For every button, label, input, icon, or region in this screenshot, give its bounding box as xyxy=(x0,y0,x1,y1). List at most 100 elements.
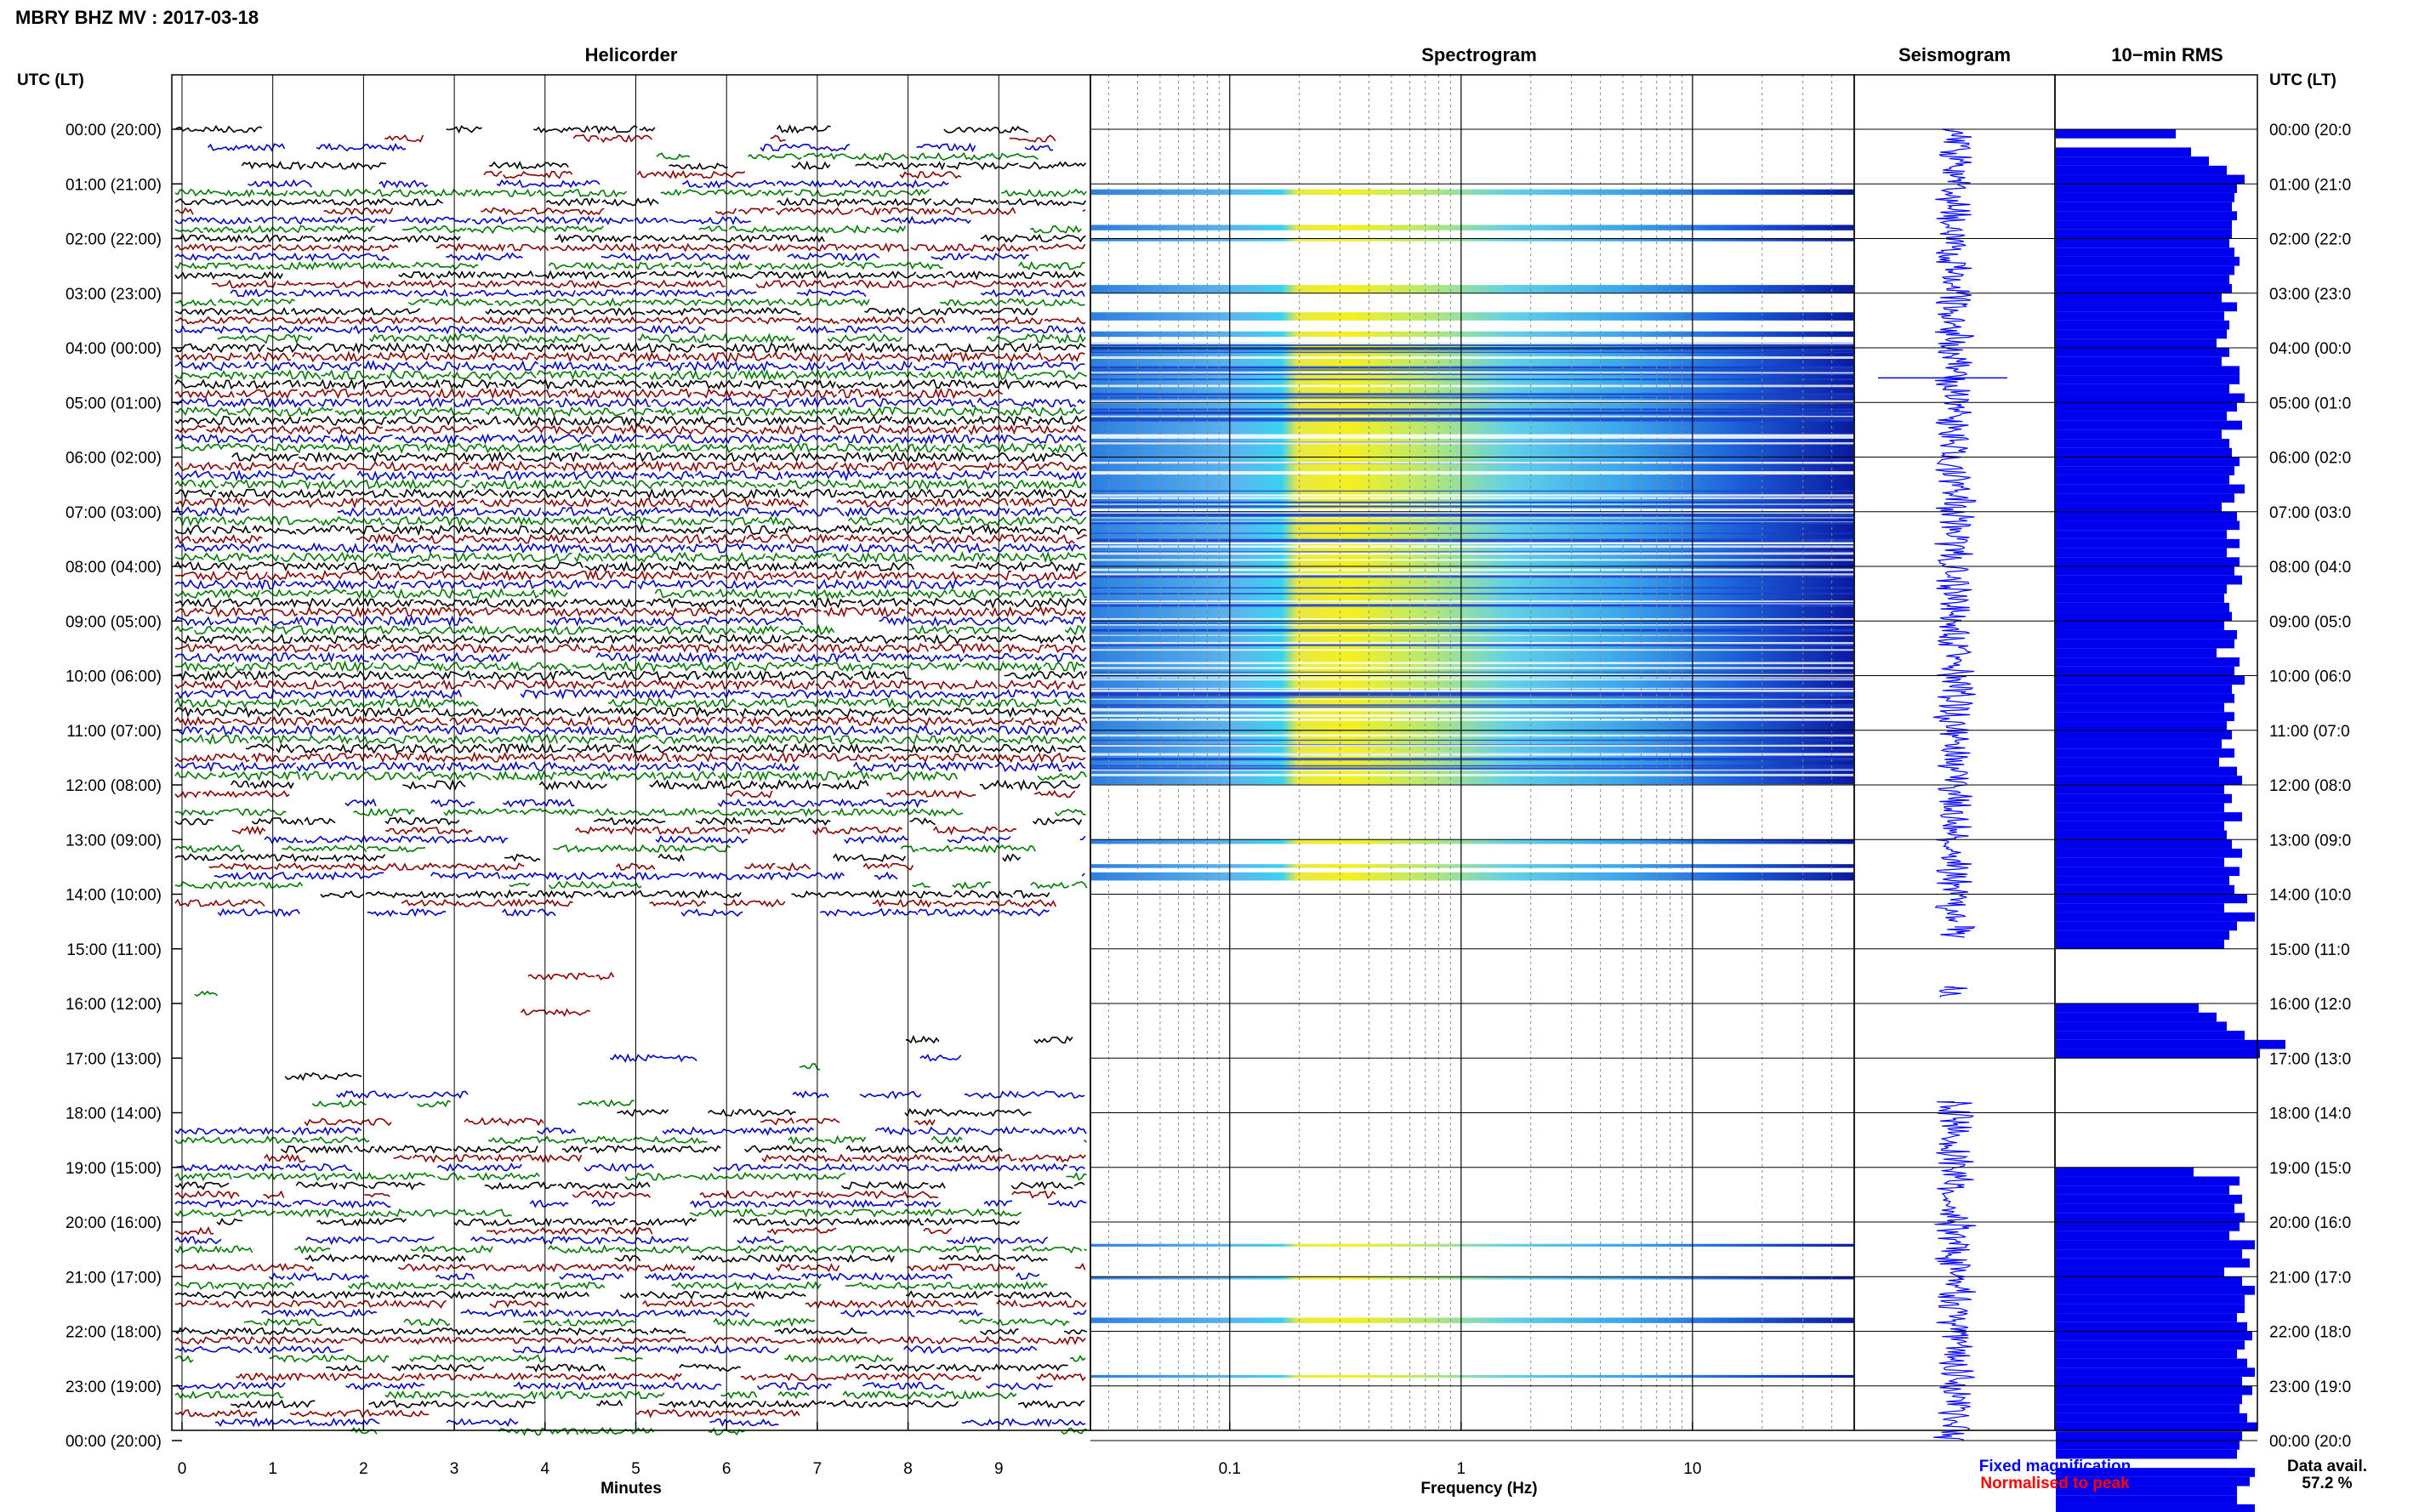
helicorder-line xyxy=(174,633,1085,645)
rms-bar xyxy=(2056,375,2240,384)
helicorder-line xyxy=(174,469,1087,482)
rms-bar xyxy=(2056,338,2217,348)
seismogram-frame xyxy=(1853,74,2056,1431)
helicorder-title: Helicorder xyxy=(585,44,678,65)
rms-bar xyxy=(2056,702,2224,713)
helicorder-line xyxy=(174,433,1087,446)
minute-tick-label: 0 xyxy=(178,1460,187,1478)
rms-bar xyxy=(2056,302,2237,312)
helicorder-line xyxy=(241,160,1087,171)
rms-bar xyxy=(2056,648,2217,658)
rms-title: 10−min RMS xyxy=(2111,44,2223,65)
helicorder-line xyxy=(174,569,1087,583)
rms-bar xyxy=(2056,247,2234,257)
rms-bar xyxy=(2056,147,2191,157)
minute-tick-label: 9 xyxy=(994,1460,1004,1478)
minute-tick-label: 3 xyxy=(450,1460,459,1478)
helicorder-line xyxy=(174,460,1087,473)
helicorder-line xyxy=(174,770,1087,782)
helicorder-line xyxy=(174,1262,1086,1273)
helicorder-line xyxy=(174,215,971,225)
spectrogram-bands xyxy=(1090,189,1854,1378)
rms-bar xyxy=(2056,876,2229,885)
time-tick-left: 17:00 (13:00) xyxy=(65,1050,162,1068)
rms-bar xyxy=(2056,1222,2240,1231)
rms-bar xyxy=(2056,184,2237,193)
helicorder-line xyxy=(326,1363,1068,1373)
time-axis-header-left: UTC (LT) xyxy=(17,71,84,89)
rms-bar xyxy=(2056,1367,2255,1378)
helicorder-line xyxy=(174,1408,800,1418)
spectrogram-band xyxy=(1091,839,1853,844)
rms-bar xyxy=(2056,1294,2245,1305)
rms-bar xyxy=(2056,903,2224,912)
helicorder-line xyxy=(174,1225,953,1236)
helicorder-line xyxy=(174,1190,1056,1200)
rms-bar xyxy=(2056,1003,2199,1013)
helicorder-line xyxy=(304,1117,936,1127)
helicorder-line xyxy=(174,1290,1072,1300)
helicorder-line xyxy=(280,1144,1003,1155)
rms-bar xyxy=(2056,821,2224,831)
time-tick-left: 08:00 (04:00) xyxy=(65,559,162,577)
time-tick-left: 12:00 (08:00) xyxy=(65,777,162,795)
rms-bar xyxy=(2056,940,2224,949)
rms-bar xyxy=(2056,1431,2242,1441)
minute-tick-label: 2 xyxy=(359,1460,368,1478)
rms-bar xyxy=(2056,894,2247,904)
helicorder-line xyxy=(264,834,1086,844)
helicorder-line xyxy=(174,1344,1038,1355)
helicorder-line xyxy=(174,642,1087,655)
helicorder-line xyxy=(174,378,1088,390)
rms-bar xyxy=(2056,402,2237,412)
rms-bar xyxy=(2056,584,2227,594)
helicorder-line xyxy=(174,188,1087,198)
helicorder-line xyxy=(174,880,1088,890)
rms-bar xyxy=(2056,566,2234,576)
rms-bar xyxy=(2056,685,2232,694)
data-availability-label: Data avail. xyxy=(2287,1458,2367,1475)
helicorder-line xyxy=(174,1390,1017,1401)
time-tick-left: 05:00 (01:00) xyxy=(65,395,162,412)
helicorder-line xyxy=(174,816,1083,827)
helicorder-line xyxy=(174,615,1086,628)
rms-bar xyxy=(2056,366,2240,376)
helicorder-line xyxy=(174,515,1087,527)
rms-bar xyxy=(2056,1503,2255,1512)
rms-bar xyxy=(2056,675,2245,685)
rms-bar xyxy=(2056,447,2232,458)
rms-bar xyxy=(2056,1231,2229,1241)
minute-tick-label: 4 xyxy=(541,1460,550,1478)
frequency-tick-label: 0.1 xyxy=(1219,1460,1241,1478)
time-tick-right: 12:00 (08:0 xyxy=(2269,777,2351,795)
helicorder-line xyxy=(174,487,1087,500)
spectrogram-band xyxy=(1091,225,1853,230)
helicorder-line xyxy=(905,1034,1073,1044)
time-tick-left: 23:00 (19:00) xyxy=(65,1378,162,1396)
helicorder-line xyxy=(174,807,1086,818)
time-tick-right: 19:00 (15:0 xyxy=(2269,1160,2351,1178)
time-tick-right: 06:00 (02:0 xyxy=(2269,450,2351,468)
frequency-axis-label: Frequency (Hz) xyxy=(1420,1480,1537,1498)
spectrogram-band xyxy=(1091,1374,1853,1378)
rms-bar xyxy=(2056,1249,2242,1259)
data-availability-value: 57.2 % xyxy=(2302,1475,2352,1492)
time-tick-right: 03:00 (23:0 xyxy=(2269,286,2351,304)
helicorder-line xyxy=(174,406,1085,418)
helicorder-line xyxy=(174,1199,1087,1209)
time-tick-right: 02:00 (22:0 xyxy=(2269,231,2351,249)
rms-bar xyxy=(2056,211,2237,221)
rms-bar xyxy=(2056,739,2222,749)
helicorder-line xyxy=(213,871,1085,881)
helicorder-line xyxy=(174,605,1086,618)
spectrogram-band xyxy=(1091,189,1853,196)
time-tick-left: 07:00 (03:00) xyxy=(65,504,162,522)
time-tick-right: 18:00 (14:0 xyxy=(2269,1106,2351,1123)
rms-bar xyxy=(2056,748,2234,758)
helicorder-line xyxy=(311,1099,635,1108)
rms-bar xyxy=(2056,857,2224,867)
rms-bar xyxy=(2056,1377,2242,1386)
rms-bar xyxy=(2056,867,2240,877)
rms-bar xyxy=(2056,776,2242,785)
time-tick-left: 14:00 (10:00) xyxy=(65,887,162,905)
